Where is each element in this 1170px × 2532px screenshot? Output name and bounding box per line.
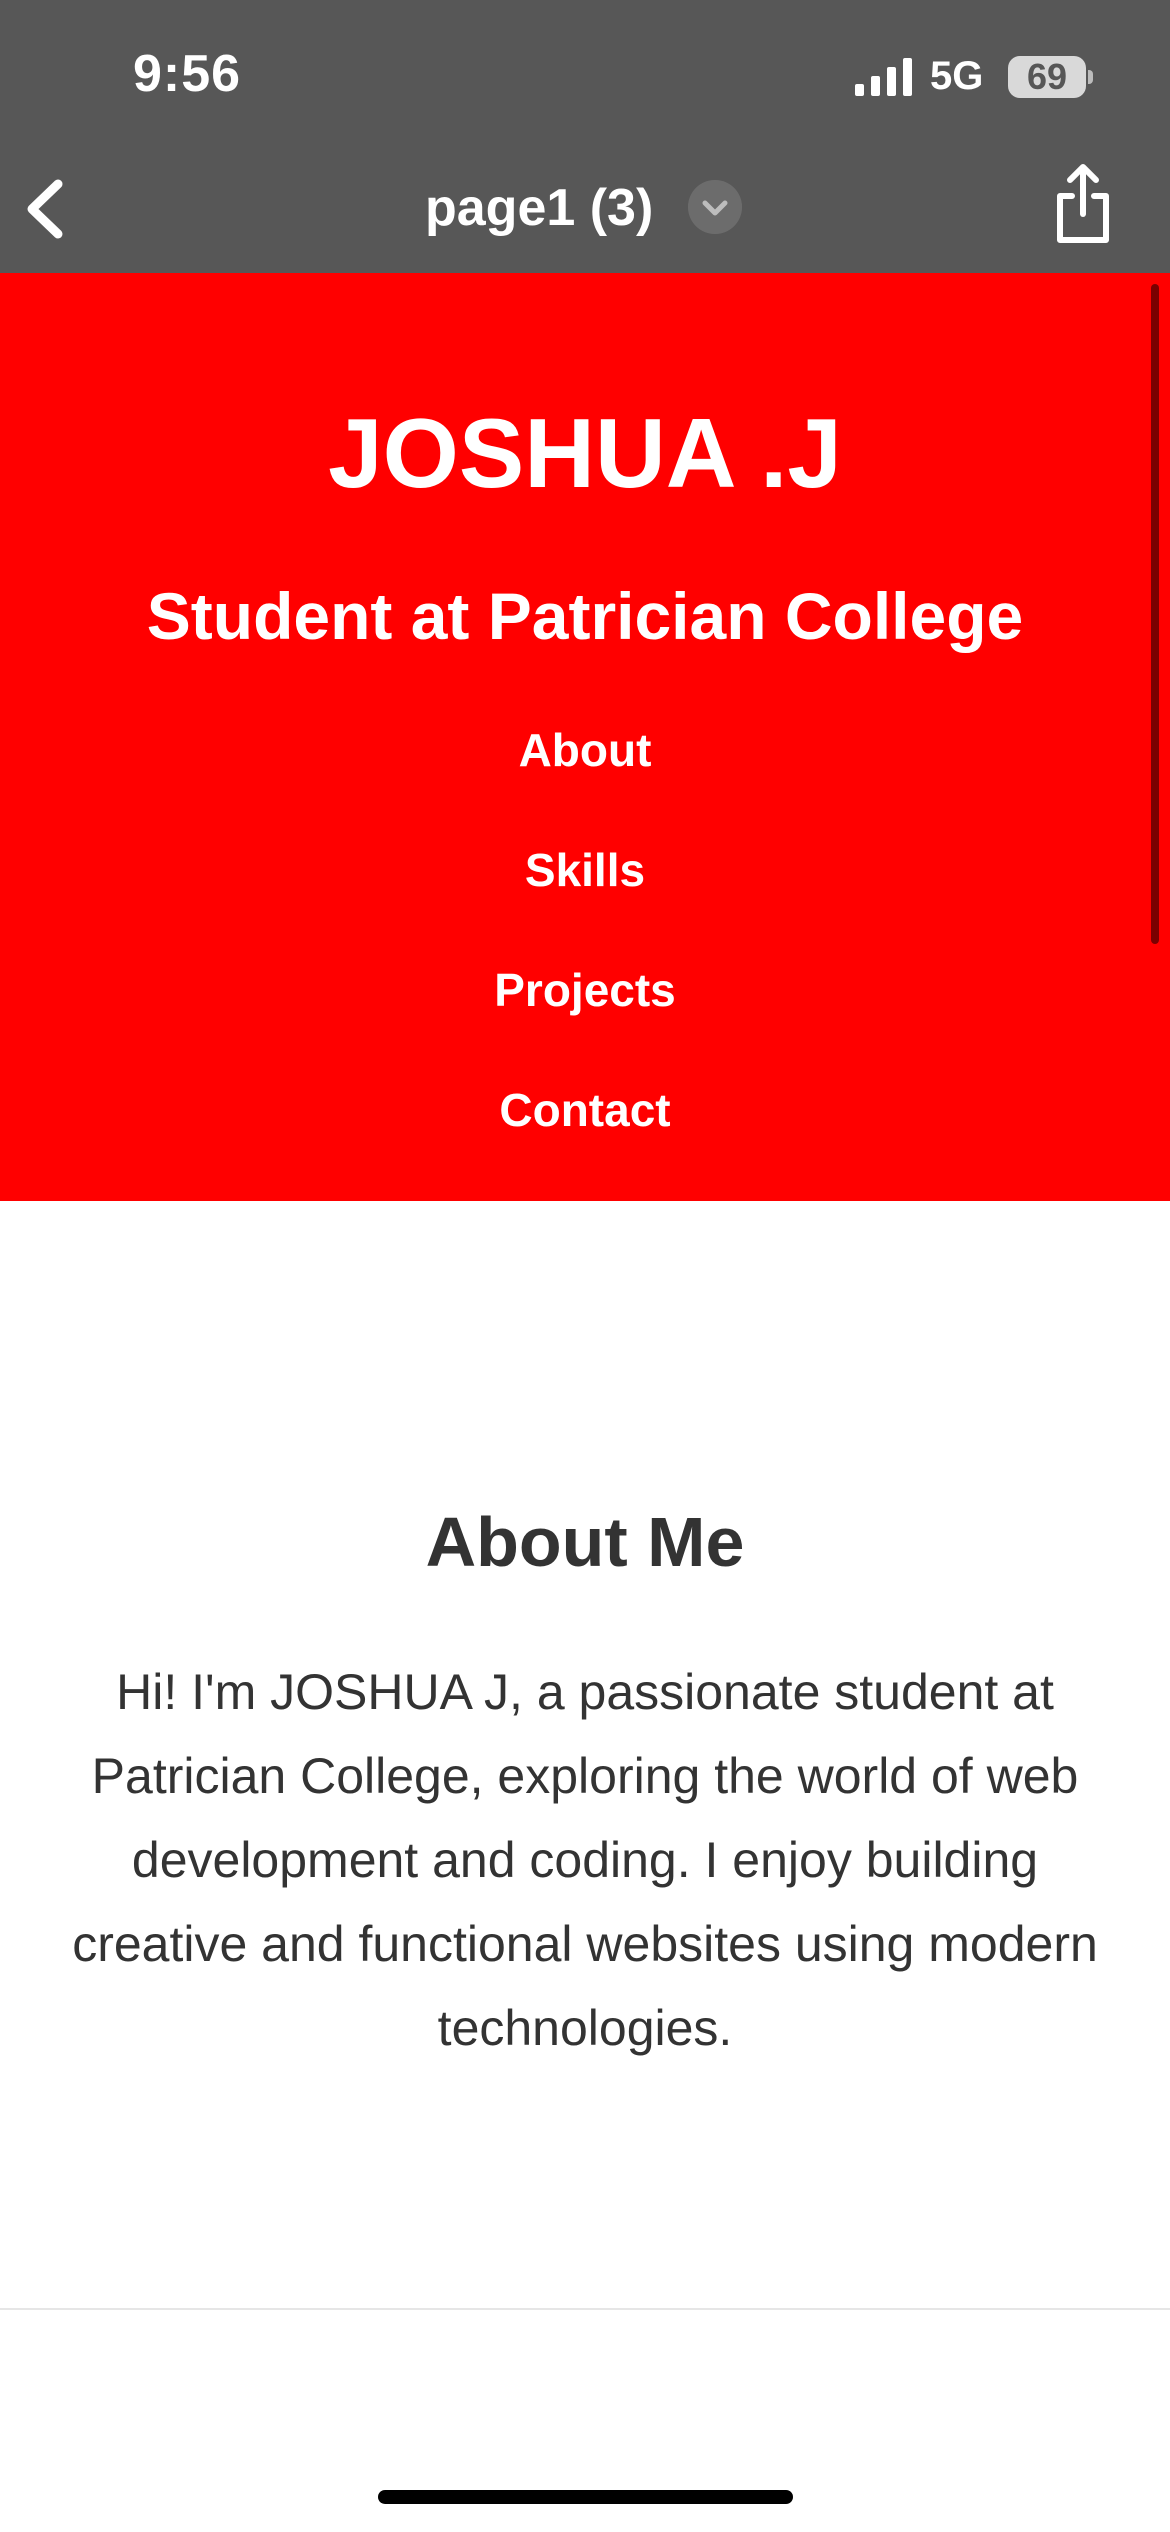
battery-tip — [1088, 70, 1093, 84]
document-title[interactable]: page1 (3) — [425, 178, 653, 238]
chevron-left-icon[interactable] — [22, 174, 70, 244]
home-indicator[interactable] — [378, 2490, 793, 2504]
screen: 9:56 5G 69 page1 (3) JOSHUA .J Student a… — [0, 0, 1170, 2532]
battery-indicator: 69 — [1008, 56, 1086, 98]
nav-link-projects[interactable]: Projects — [0, 960, 1170, 1020]
chevron-down-icon[interactable] — [688, 180, 742, 234]
nav-link-contact[interactable]: Contact — [0, 1080, 1170, 1140]
nav-link-about[interactable]: About — [0, 720, 1170, 780]
status-time: 9:56 — [133, 45, 242, 103]
about-heading: About Me — [425, 1503, 745, 1581]
hero-name: JOSHUA .J — [328, 398, 842, 508]
about-body: Hi! I'm JOSHUA J, a passionate student a… — [72, 1664, 1098, 2056]
network-label: 5G — [930, 54, 984, 98]
signal-icon — [855, 58, 912, 96]
section-divider — [0, 2308, 1170, 2310]
nav-link-skills[interactable]: Skills — [0, 840, 1170, 900]
share-icon[interactable] — [1050, 162, 1116, 246]
hero-subtitle: Student at Patrician College — [146, 579, 1024, 653]
top-chrome: 9:56 5G 69 page1 (3) — [0, 0, 1170, 273]
